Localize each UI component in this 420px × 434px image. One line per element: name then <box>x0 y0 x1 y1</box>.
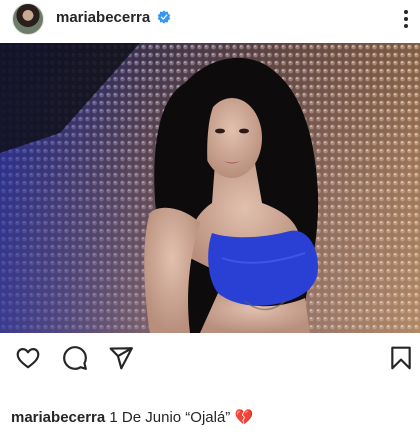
post-photo-illustration <box>0 43 420 333</box>
send-icon[interactable] <box>108 345 134 371</box>
heart-icon[interactable] <box>15 345 41 371</box>
caption-username[interactable]: mariabecerra <box>11 409 105 426</box>
caption-text: 1 De Junio “Ojalá” <box>109 409 231 426</box>
bookmark-icon[interactable] <box>388 345 414 371</box>
broken-heart-emoji: 💔 <box>234 409 254 426</box>
username[interactable]: mariabecerra <box>56 9 150 26</box>
avatar[interactable] <box>12 3 44 35</box>
post-header: mariabecerra <box>0 0 420 43</box>
post-caption: mariabecerra 1 De Junio “Ojalá” 💔 <box>11 408 253 426</box>
post-actions <box>0 333 420 381</box>
post-image[interactable] <box>0 43 420 333</box>
more-vertical-icon[interactable] <box>396 7 416 31</box>
verified-badge-icon <box>157 10 171 24</box>
comment-icon[interactable] <box>62 345 88 371</box>
